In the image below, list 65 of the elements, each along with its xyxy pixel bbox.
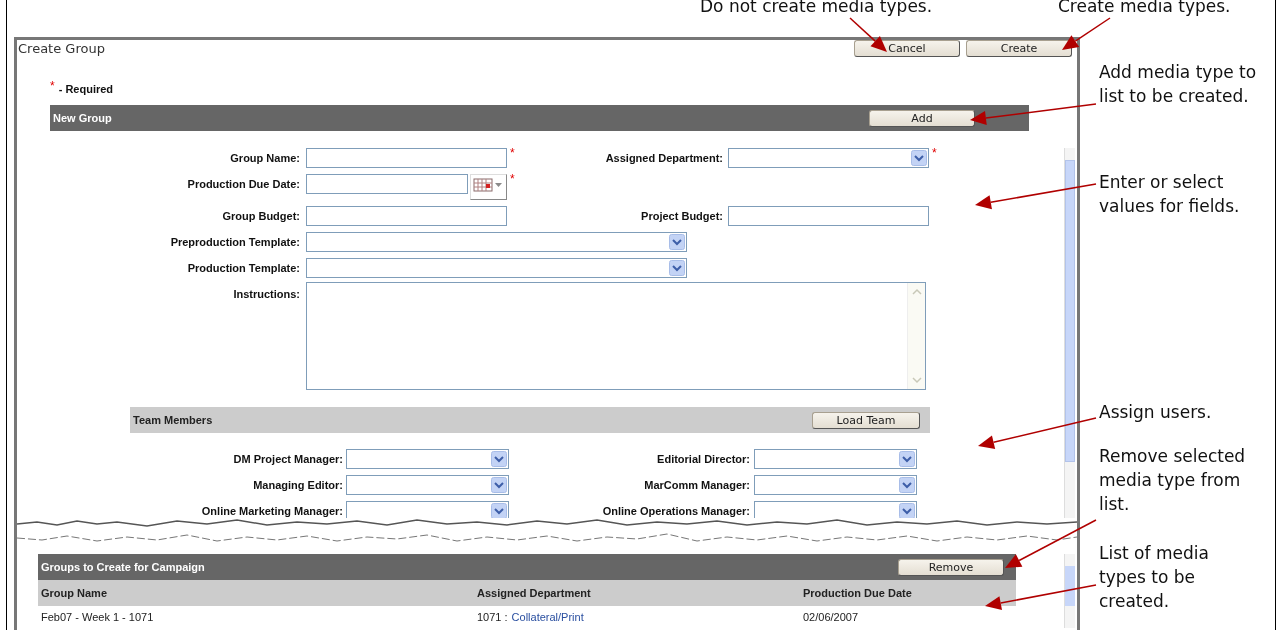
department-link[interactable]: Collateral/Print [511, 611, 584, 623]
callout-arrow [849, 17, 887, 52]
table-cell: 1071 : [477, 611, 508, 623]
table-cell-text: 02/06/2007 [803, 611, 860, 623]
window-title: Create Group [18, 41, 105, 56]
required-mark: * [509, 172, 516, 186]
field-label: DM Project Manager: [232, 452, 343, 465]
field-label: Production Template: [186, 261, 300, 274]
field-label: Project Budget: [640, 209, 723, 222]
dropdown-arrow-icon [899, 503, 915, 518]
date-field[interactable] [306, 174, 468, 194]
required-mark: * [931, 148, 938, 160]
column-header: Production Due Date [803, 587, 913, 599]
text-field[interactable] [728, 206, 929, 226]
dropdown-field[interactable] [754, 475, 917, 495]
callout-text: List of media types to be created. [1099, 542, 1210, 613]
scrollbar[interactable] [1064, 148, 1075, 518]
dropdown-field[interactable] [754, 501, 917, 518]
callout-text: Create media types. [1058, 0, 1232, 18]
section-title: Groups to Create for Campaign [41, 561, 205, 573]
dropdown-field[interactable] [306, 258, 687, 278]
field-label: Online Marketing Manager: [200, 504, 343, 517]
field-label: Assigned Department: [604, 151, 723, 164]
callout-text: Assign users. [1099, 401, 1213, 424]
required-mark: * [50, 79, 55, 93]
field-label: Editorial Director: [656, 452, 750, 465]
callout-text: Enter or select values for fields. [1099, 171, 1241, 218]
field-label: MarComm Manager: [643, 478, 750, 491]
dropdown-field[interactable] [728, 148, 929, 168]
field-label: Group Budget: [221, 209, 300, 222]
section-title: Team Members [133, 414, 213, 426]
column-header: Group Name [40, 587, 108, 599]
callout-text: Do not create media types. [700, 0, 934, 18]
scrollbar[interactable] [907, 283, 925, 389]
add-button[interactable]: Add [869, 109, 975, 127]
table-cell-text: Feb07 - Week 1 - 1071 [40, 611, 155, 623]
field-label: Online Operations Manager: [601, 504, 750, 517]
field-label: Group Name: [229, 151, 300, 164]
field-label: Preproduction Template: [169, 235, 300, 248]
dropdown-field[interactable] [306, 232, 687, 252]
field-label: Managing Editor: [252, 478, 343, 491]
scrollbar[interactable] [1064, 554, 1075, 628]
dialog-button[interactable]: Create [966, 40, 1072, 57]
section-title: New Group [53, 112, 112, 124]
remove-button[interactable]: Remove [898, 558, 1004, 576]
dialog-button[interactable]: Cancel [854, 40, 960, 57]
callout-text: Add media type to list to be created. [1099, 61, 1258, 108]
instructions-field[interactable] [306, 282, 926, 390]
required-note: - Required [58, 83, 114, 95]
callout-arrow [1062, 17, 1111, 50]
callout-text: Remove selected media type from list. [1099, 445, 1247, 516]
calendar-button[interactable] [470, 174, 507, 200]
calendar-icon [473, 177, 503, 193]
field-label: Production Due Date: [186, 177, 300, 190]
dropdown-field[interactable] [346, 475, 509, 495]
dropdown-field[interactable] [346, 501, 509, 518]
load-team-button[interactable]: Load Team [812, 411, 920, 429]
dropdown-arrow-icon [491, 503, 507, 518]
dropdown-field[interactable] [754, 449, 917, 469]
text-field[interactable] [306, 148, 507, 168]
field-label: Instructions: [232, 287, 300, 300]
dropdown-field[interactable] [346, 449, 509, 469]
text-field[interactable] [306, 206, 507, 226]
required-mark: * [509, 148, 516, 160]
column-header: Assigned Department [477, 587, 592, 599]
